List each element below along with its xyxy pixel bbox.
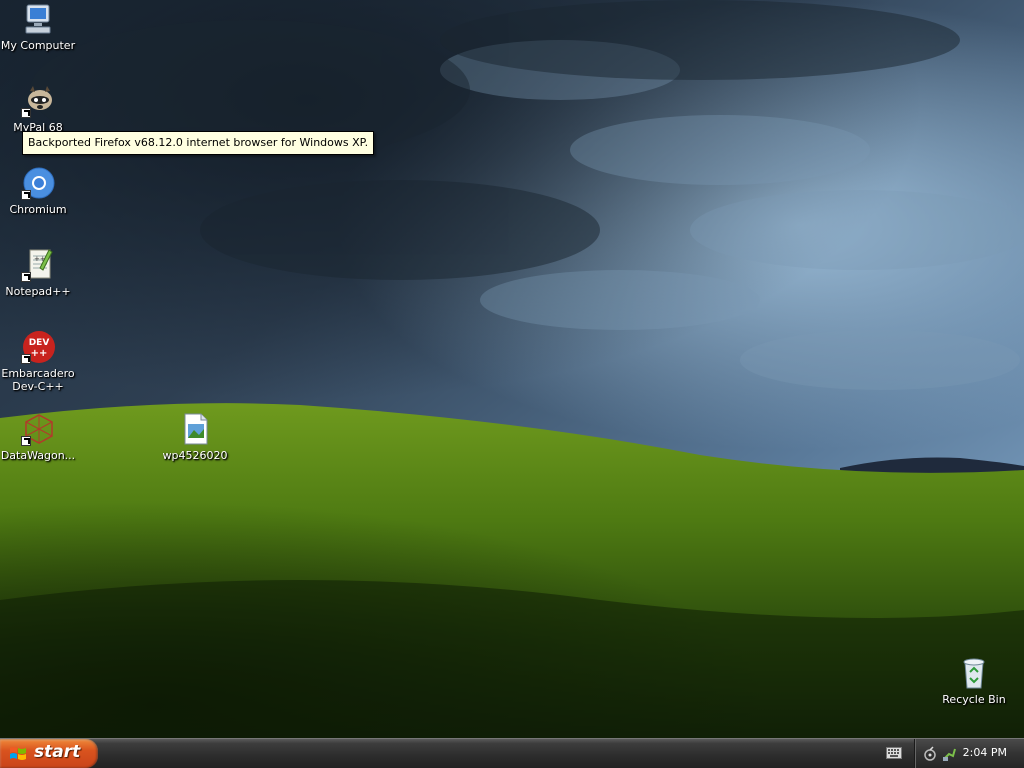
desktop-icon-wp4526020[interactable]: wp4526020: [157, 412, 233, 462]
computer-icon: [21, 2, 55, 36]
notepadpp-icon: ++: [21, 248, 55, 282]
start-button[interactable]: start: [0, 739, 98, 768]
desktop-icon-datawagon[interactable]: DataWagon...: [0, 412, 76, 462]
desktop-icon-label: DataWagon...: [0, 449, 76, 462]
desktop-icon-notepadpp[interactable]: ++ Notepad++: [0, 248, 76, 298]
image-file-icon: [178, 412, 212, 446]
tooltip: Backported Firefox v68.12.0 internet bro…: [22, 131, 375, 155]
shortcut-arrow-icon: [21, 436, 31, 446]
keyboard-icon[interactable]: [886, 747, 902, 759]
chromium-icon: [21, 166, 55, 200]
windows-logo-icon: [10, 747, 26, 760]
start-label: start: [34, 742, 81, 762]
desktop-icon-label: Notepad++: [5, 285, 71, 298]
desktop-icon-label: wp4526020: [162, 449, 228, 462]
desktop-icon-devcpp[interactable]: DEV ++ Embarcadero Dev-C++: [0, 330, 76, 393]
shortcut-arrow-icon: [21, 272, 31, 282]
datawagon-icon: [21, 412, 55, 446]
desktop-icon-recycle-bin[interactable]: Recycle Bin: [936, 656, 1012, 706]
desktop-icon-label: Embarcadero Dev-C++: [1, 367, 75, 393]
desktop-icon-label: My Computer: [0, 39, 76, 52]
svg-text:++: ++: [34, 255, 46, 263]
svg-text:++: ++: [31, 348, 48, 359]
shortcut-arrow-icon: [21, 354, 31, 364]
network-icon[interactable]: [923, 746, 939, 762]
desktop-icon-my-computer[interactable]: My Computer: [0, 2, 76, 52]
desktop-icon-label: Chromium: [9, 203, 67, 216]
shortcut-arrow-icon: [21, 108, 31, 118]
recycle-bin-icon: [957, 656, 991, 690]
clock[interactable]: 2:04 PM: [963, 746, 1007, 759]
devcpp-icon: DEV ++: [21, 330, 55, 364]
desktop-icon-label: Recycle Bin: [942, 693, 1006, 706]
desktop-wallpaper: [0, 0, 1024, 738]
svg-text:DEV: DEV: [29, 338, 50, 348]
desktop-icon-mypal[interactable]: MyPal 68: [0, 84, 76, 134]
desktop-icon-chromium[interactable]: Chromium: [0, 166, 76, 216]
shortcut-arrow-icon: [21, 190, 31, 200]
system-tray: 2:04 PM: [914, 739, 1024, 768]
taskbar: start 2:04 PM: [0, 738, 1024, 768]
mypal-raccoon-icon: [21, 84, 55, 118]
safely-remove-icon[interactable]: [941, 746, 957, 762]
